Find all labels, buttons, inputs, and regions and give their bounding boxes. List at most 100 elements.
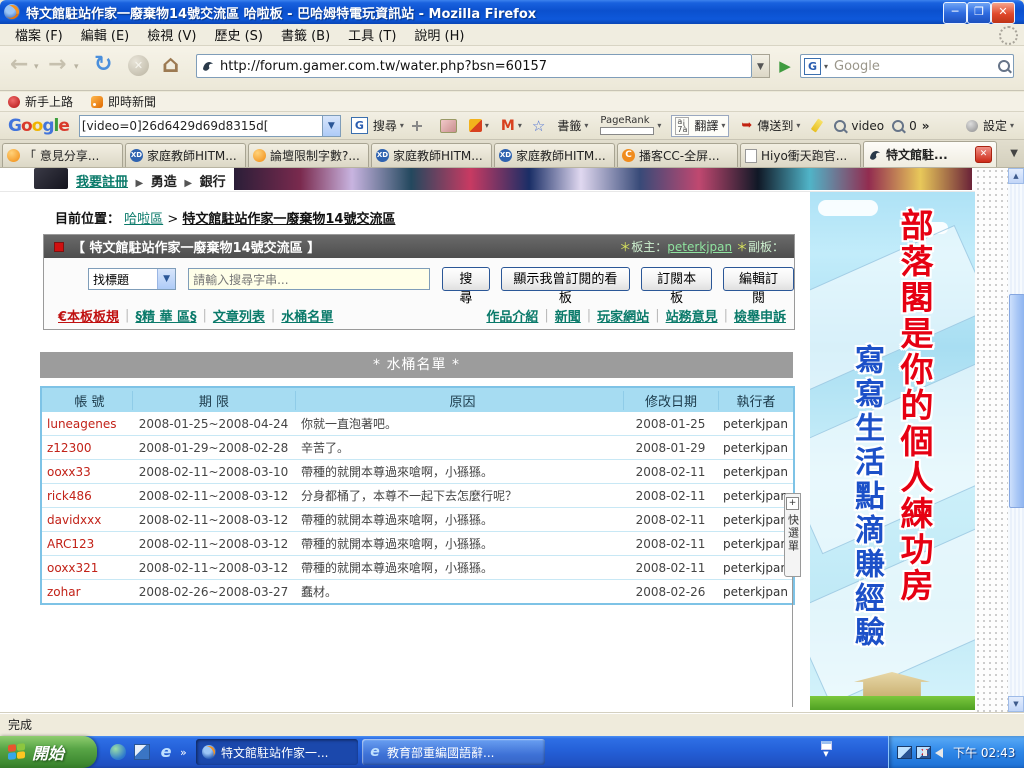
taskbar-dock-icon[interactable]: ▼ [818,741,834,758]
toolbar-search-button[interactable]: 搜尋 [373,117,397,134]
quicklaunch-desktop-icon[interactable] [110,744,126,760]
search-icon[interactable] [998,60,1010,72]
reload-button[interactable]: ↻ [94,52,112,77]
board-link[interactable]: 作品介紹 [486,306,538,325]
account-link[interactable]: davidxxx [42,513,132,527]
banner-collage-image[interactable] [234,168,972,190]
back-dropdown[interactable]: ▾ [34,62,39,72]
board-link[interactable]: 檢舉申訴 [734,306,786,325]
account-link[interactable]: ooxx33 [42,465,132,479]
apps-dropdown[interactable]: ▾ [485,121,489,130]
minimize-button[interactable]: ─ [943,2,967,24]
toolbar-search-input[interactable] [79,115,323,137]
forward-button[interactable]: → [48,52,66,77]
restore-button[interactable]: ❐ [967,2,991,24]
avatar-link[interactable]: 勇造 [151,175,177,190]
search-mode-select[interactable]: 找標題 ▼ [88,268,176,290]
breadcrumb-current-link[interactable]: 特文館駐站作家一廢棄物14號交流區 [182,212,395,227]
sidebar-ad[interactable]: 部落閣是你的個人練功房 寫寫生活點滴賺經驗 [810,192,975,710]
tab-active[interactable]: 特文館駐...✕ [863,141,997,167]
toolbar-search-options-dropdown[interactable]: ▾ [400,121,404,130]
menu-item[interactable]: 歷史 (S) [205,23,272,46]
tab[interactable]: 「 意見分享... [2,143,123,167]
expand-icon[interactable]: + [786,497,799,510]
account-link[interactable]: ooxx321 [42,561,132,575]
board-button[interactable]: 搜尋 [442,267,489,291]
tab-close-button[interactable]: ✕ [975,146,992,163]
breadcrumb-section-link[interactable]: 哈啦區 [124,212,163,227]
find-count-label[interactable]: 0 [909,119,917,133]
home-button[interactable]: ⌂ [162,50,179,78]
scroll-up-icon[interactable]: ▲ [1008,168,1024,184]
board-link[interactable]: §精 華 區§ [135,306,196,325]
board-link[interactable]: 站務意見 [666,306,718,325]
stop-button[interactable]: ✕ [128,55,149,76]
menu-item[interactable]: 檢視 (V) [138,23,205,46]
toolbar-search-dropdown[interactable]: ▼ [323,115,341,137]
bookmark-item[interactable]: 即時新聞 [91,93,156,110]
moderator-link[interactable]: peterkjpan [667,240,732,254]
bank-link[interactable]: 銀行 [200,175,226,190]
tab[interactable]: Hiyo衝天跑官... [740,143,861,167]
taskbar-task[interactable]: 特文館駐站作家一... [196,739,358,765]
address-bar[interactable]: http://forum.gamer.com.tw/water.php?bsn=… [196,54,752,78]
account-link[interactable]: rick486 [42,489,132,503]
find-video-icon[interactable] [834,120,846,132]
board-link[interactable]: 新聞 [555,306,581,325]
close-button[interactable]: ✕ [991,2,1015,24]
taskbar-task[interactable]: e教育部重編國語辭... [362,739,545,765]
menu-item[interactable]: 說明 (H) [405,23,473,46]
search-engine-dropdown[interactable]: ▾ [824,62,828,71]
forward-dropdown[interactable]: ▾ [74,62,79,72]
tab[interactable]: XD家庭教師HITM... [371,143,492,167]
gmail-icon[interactable]: M [501,118,515,134]
network-icon[interactable] [897,746,912,759]
account-link[interactable]: ARC123 [42,537,132,551]
vertical-scrollbar[interactable]: ▲ ▼ [1008,168,1024,712]
bookmark-item[interactable]: 新手上路 [8,93,73,110]
toolbar-settings[interactable]: 設定 ▾ [966,117,1014,134]
board-button[interactable]: 編輯訂閱 [723,267,794,291]
quicklaunch-overflow[interactable]: » [180,746,196,762]
toolbar-bookmarks-button[interactable]: 書籤 [557,117,581,134]
quicklaunch-app-icon[interactable] [134,744,150,760]
pagerank-widget[interactable]: PageRank [600,116,654,135]
board-search-input[interactable] [188,268,430,290]
account-link[interactable]: zohar [42,585,132,599]
board-link[interactable]: €本板板規 [58,306,119,325]
account-link[interactable]: z12300 [42,441,132,455]
menu-item[interactable]: 檔案 (F) [6,23,72,46]
tab[interactable]: XD家庭教師HITM... [125,143,246,167]
menu-item[interactable]: 工具 (T) [339,23,405,46]
board-link[interactable]: 水桶名單 [281,306,333,325]
pagerank-dropdown[interactable]: ▾ [657,121,661,130]
volume-icon[interactable] [935,748,943,758]
address-dropdown[interactable]: ▼ [752,54,770,78]
scroll-down-icon[interactable]: ▼ [1008,696,1024,712]
board-button[interactable]: 訂閱本板 [641,267,712,291]
find-video-label[interactable]: video [851,119,884,133]
quick-menu-tab[interactable]: + 快選單 [784,493,801,577]
tab[interactable]: C播客CC-全屏... [617,143,738,167]
tab[interactable]: 論壇限制字數?... [248,143,369,167]
translate-button[interactable]: a¡7à 翻譯 ▾ [671,115,729,137]
board-button[interactable]: 顯示我曾訂閱的看板 [501,267,631,291]
go-button[interactable]: ▶ [774,54,796,78]
menu-item[interactable]: 書籤 (B) [272,23,339,46]
star-bookmark-icon[interactable]: ☆ [532,117,545,135]
toolbar-overflow[interactable]: » [922,119,930,133]
bookmarks-dropdown[interactable]: ▾ [584,121,588,130]
tab[interactable]: XD家庭教師HITM... [494,143,615,167]
back-button[interactable]: ← [10,52,28,77]
gmail-dropdown[interactable]: ▾ [518,121,522,130]
send-to-dropdown[interactable]: ▾ [796,121,800,130]
menu-item[interactable]: 編輯 (E) [72,23,139,46]
highlighter-icon[interactable] [811,118,823,132]
scrollbar-thumb[interactable] [1009,294,1024,508]
register-link[interactable]: 我要註冊 [76,175,128,190]
tab-list-dropdown[interactable]: ▼ [1010,148,1018,159]
photos-icon[interactable] [440,119,457,133]
start-button[interactable]: 開始 [0,736,97,768]
quicklaunch-ie-icon[interactable]: e [158,744,174,760]
send-to-button[interactable]: 傳送到 [757,117,793,134]
